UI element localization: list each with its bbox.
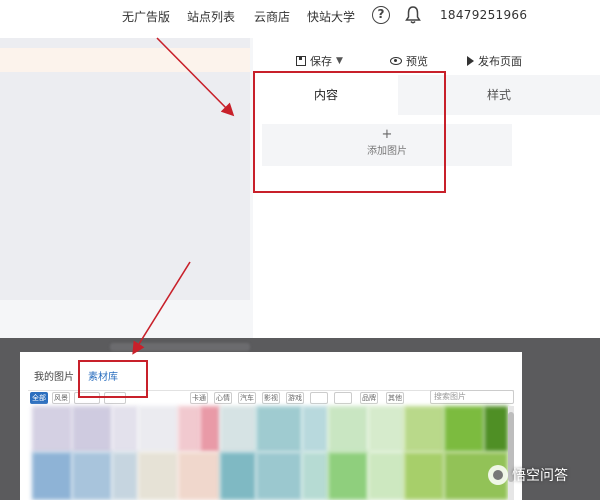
chip-movie[interactable]: 影视 — [262, 392, 280, 404]
save-button[interactable]: 保存 ▼ — [296, 53, 343, 69]
publish-button[interactable]: 发布页面 — [467, 53, 522, 69]
watermark-text: 悟空问答 — [512, 468, 568, 484]
image-thumbnail[interactable] — [302, 406, 328, 452]
chip-brand[interactable]: 品牌 — [360, 392, 378, 404]
image-thumbnail[interactable] — [368, 452, 404, 500]
publish-label: 发布页面 — [478, 55, 522, 68]
bell-icon[interactable] — [405, 6, 421, 24]
chip-category[interactable] — [310, 392, 328, 404]
image-thumbnail[interactable] — [138, 406, 178, 452]
chip-scenery[interactable]: 风景 — [52, 392, 70, 404]
chip-all[interactable]: 全部 — [30, 392, 48, 404]
image-thumbnail[interactable] — [138, 452, 178, 500]
wukong-logo-icon — [488, 465, 508, 485]
image-thumbnail[interactable] — [220, 406, 256, 452]
image-thumbnail[interactable] — [112, 406, 138, 452]
account-phone[interactable]: 18479251966 — [440, 8, 527, 22]
image-thumbnail[interactable] — [178, 406, 200, 452]
image-thumbnail[interactable] — [302, 452, 328, 500]
save-label: 保存 — [310, 55, 332, 68]
chip-game[interactable]: 游戏 — [286, 392, 304, 404]
image-thumbnail[interactable] — [444, 406, 484, 452]
chip-mood[interactable]: 心情 — [214, 392, 232, 404]
image-thumbnail[interactable] — [220, 452, 256, 500]
chip-cartoon[interactable]: 卡通 — [190, 392, 208, 404]
image-thumbnail[interactable] — [112, 452, 138, 500]
tab-my-images[interactable]: 我的图片 — [34, 368, 74, 383]
canvas-header-strip — [0, 48, 250, 72]
chip-car[interactable]: 汽车 — [238, 392, 256, 404]
annotation-highlight-box — [253, 71, 446, 193]
preview-label: 预览 — [406, 55, 428, 68]
image-thumbnail[interactable] — [256, 406, 302, 452]
nav-item-site-list[interactable]: 站点列表 — [187, 8, 235, 25]
image-thumbnail[interactable] — [32, 406, 72, 452]
image-thumbnail[interactable] — [72, 406, 112, 452]
chip-other[interactable]: 其他 — [386, 392, 404, 404]
image-thumbnail[interactable] — [368, 406, 404, 452]
chip-category[interactable] — [334, 392, 352, 404]
image-thumbnail[interactable] — [32, 452, 72, 500]
image-thumbnail[interactable] — [256, 452, 302, 500]
dialog-title-blurred — [110, 343, 250, 351]
nav-item-kuaizhan-university[interactable]: 快站大学 — [307, 8, 355, 25]
annotation-highlight-box — [78, 360, 148, 398]
page-canvas-preview — [0, 38, 250, 300]
image-search-input[interactable]: 搜索图片 — [430, 390, 514, 404]
image-thumbnail[interactable] — [484, 406, 508, 452]
nav-item-ad-free[interactable]: 无广告版 — [122, 8, 170, 25]
image-thumbnail[interactable] — [328, 406, 368, 452]
image-thumbnail[interactable] — [328, 452, 368, 500]
nav-item-cloud-store[interactable]: 云商店 — [254, 8, 290, 25]
image-thumbnail[interactable] — [178, 452, 220, 500]
chevron-down-icon: ▼ — [336, 56, 343, 66]
image-thumbnail[interactable] — [72, 452, 112, 500]
play-icon — [467, 56, 474, 66]
top-navigation: 无广告版 站点列表 云商店 快站大学 ? 18479251966 — [0, 0, 600, 34]
preview-button[interactable]: 预览 — [390, 53, 428, 69]
question-circle-icon[interactable]: ? — [372, 6, 390, 24]
image-thumbnail[interactable] — [404, 452, 444, 500]
image-grid — [32, 406, 508, 500]
watermark: 悟空问答 — [488, 462, 568, 488]
save-icon — [296, 56, 306, 66]
image-thumbnail[interactable] — [404, 406, 444, 452]
eye-icon — [390, 57, 402, 65]
image-thumbnail[interactable] — [200, 406, 220, 452]
